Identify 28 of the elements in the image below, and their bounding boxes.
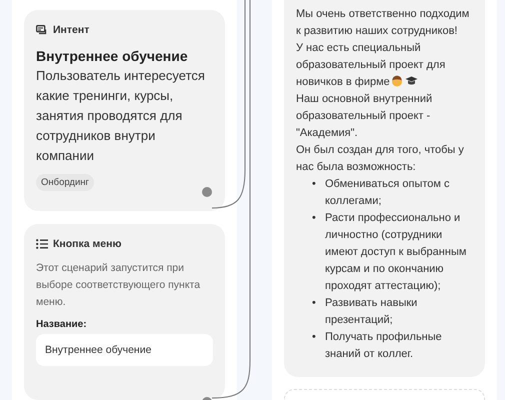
intent-title: Внутреннее обучение [36,48,189,64]
graduation-cap-icon [404,75,418,86]
connector-handle[interactable] [202,186,212,197]
intent-card[interactable]: Интент Внутреннее обучение Пользователь интересуется какие тренинги, курсы, занятия проводятся для сотрудников внутри компании Онбординг [24,10,225,211]
intent-description: Пользователь интересуется какие тренинги, курсы, занятия проводятся для сотрудников внутри компании [36,67,206,165]
chat-icon [36,24,48,36]
list-item: Развивать навыки презентаций; [325,296,418,328]
menu-button-card[interactable]: Кнопка меню Этот сценарий запустится при выборе соответствующего пункта меню. Название: Внутреннее обучение [24,224,225,400]
card-description: Этот сценарий запустится при выборе соответствующего пункта меню. [36,260,202,310]
bullet-marker: • [312,296,317,311]
tag: Онбординг [36,174,94,191]
list-item: Получать профильные знаний от коллег. [325,330,443,362]
bullet-marker: • [312,177,317,192]
list-item: Обмениваться опытом с коллегами; [325,177,451,209]
message-text: У нас есть специальный образовательный проект для новичков в фирме [296,41,446,90]
card-type-label: Кнопка меню [53,238,122,250]
name-field[interactable]: Внутреннее обучение [36,334,213,366]
bullet-marker: • [312,330,317,345]
list-icon [36,238,48,249]
message-text: Мы очень ответственно подходим к развитию наших сотрудников! [296,7,470,39]
person-emoji-icon [390,75,403,87]
field-label: Название: [36,318,88,330]
message-card[interactable] [284,0,485,377]
list-item: Расти профессионально и личностно (сотрудники имеют доступ к выбранным курсам и по окончанию проходят аттестацию); [325,211,468,294]
bullet-marker: • [312,211,317,226]
message-text: Наш основной внутренний образовательный проект - "Академия". [296,92,434,141]
message-text: Он был создан для того, чтобы у нас была возможность: [296,143,465,175]
card-type-label: Интент [53,24,90,36]
